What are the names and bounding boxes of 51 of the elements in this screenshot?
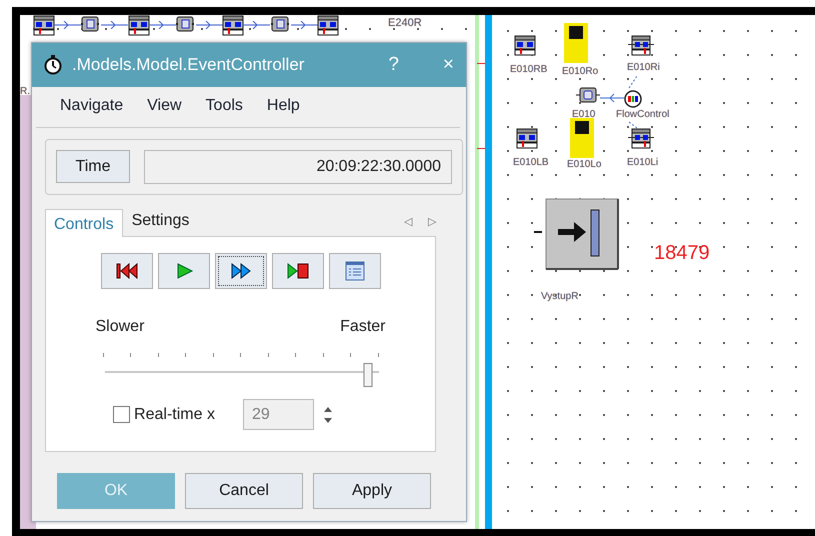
node-label: E010 — [572, 110, 596, 120]
node-label: E010Ri — [627, 63, 660, 73]
tab-scroll-arrow[interactable]: ◁ — [404, 214, 412, 230]
station-icon — [514, 35, 536, 57]
rewind-button[interactable] — [100, 253, 152, 289]
list-window-icon — [342, 261, 366, 281]
play-button[interactable] — [158, 253, 210, 289]
dialog-button[interactable]: Apply — [313, 473, 431, 509]
spinner-arrows-icon — [324, 406, 332, 422]
node-label: VystupR — [541, 292, 578, 302]
flow-control-icon — [623, 89, 643, 109]
node-label: E010Ro — [562, 67, 598, 77]
connector-line — [628, 121, 638, 129]
node-label: FlowControl — [616, 110, 670, 120]
menu-item[interactable]: Tools — [194, 91, 255, 121]
station-icon — [516, 128, 538, 150]
tab-scroll-arrow[interactable]: ▷ — [428, 214, 436, 230]
tab[interactable]: Controls — [45, 209, 123, 237]
gate-icon — [564, 23, 588, 63]
node-label: E010RB — [510, 65, 548, 75]
node-label: R. — [20, 87, 30, 97]
gate-icon — [570, 118, 594, 158]
stopwatch-icon — [44, 55, 62, 75]
fast-forward-icon — [228, 261, 252, 281]
tab[interactable]: Settings — [122, 205, 198, 236]
slider-thumb[interactable] — [363, 363, 372, 387]
stop-button[interactable] — [272, 253, 324, 289]
node-label: E010LB — [513, 158, 549, 168]
junction-icon — [576, 87, 600, 103]
slider-label: Faster — [340, 317, 386, 337]
checkbox-label: Real-time x — [134, 404, 215, 424]
conveyor-icon — [628, 35, 654, 57]
dialog-button[interactable]: Cancel — [185, 473, 303, 509]
node-label: E010Lo — [567, 160, 602, 170]
counter-value: 18479 — [654, 243, 710, 263]
connector-line — [628, 75, 638, 89]
output-block-icon — [534, 198, 620, 270]
menu-item[interactable]: Navigate — [48, 91, 136, 121]
node-label: E010Li — [627, 158, 658, 168]
conveyor-icon — [628, 128, 654, 150]
list-button[interactable] — [328, 253, 380, 289]
time-button[interactable]: Time — [56, 150, 130, 183]
play-to-end-icon — [286, 261, 310, 281]
menu-item[interactable]: Help — [254, 91, 312, 121]
menu-item[interactable]: View — [135, 91, 194, 121]
node-label: E240R — [388, 18, 422, 29]
slider-label: Slower — [96, 317, 144, 337]
window-title: .Models.Model.EventController — [72, 54, 304, 76]
time-field[interactable]: 20:09:22:30.0000 — [144, 150, 452, 184]
fast-button[interactable] — [214, 253, 266, 289]
rewind-icon — [114, 261, 138, 281]
